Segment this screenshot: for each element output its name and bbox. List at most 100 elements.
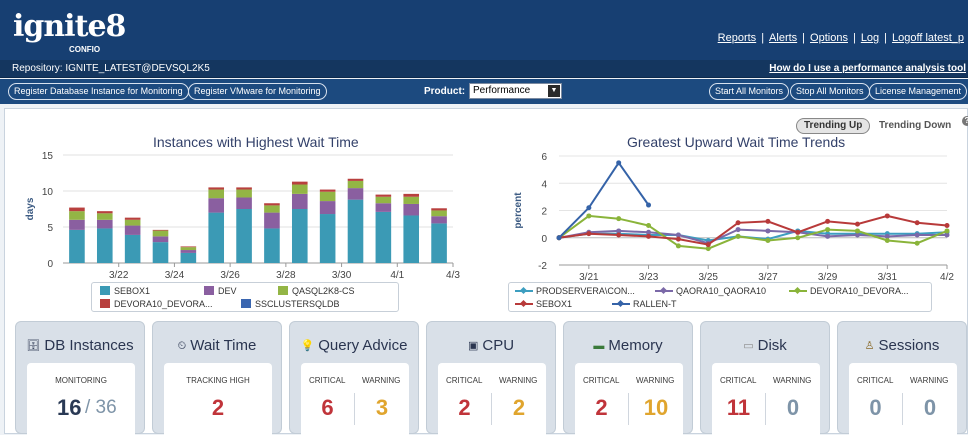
monitoring-label: MONITORING (55, 376, 107, 385)
critical-count[interactable]: 0 (849, 395, 902, 421)
x-tick-label: 3/26 (220, 270, 240, 281)
data-point (735, 227, 741, 233)
warning-count[interactable]: 3 (355, 395, 409, 421)
options-link[interactable]: Options (810, 32, 848, 44)
critical-count[interactable]: 11 (712, 395, 765, 421)
data-point (586, 205, 592, 211)
register-db-button[interactable]: Register Database Instance for Monitorin… (8, 83, 189, 100)
logo-sub: CONFIO (69, 45, 101, 54)
user-icon: ♙ (864, 340, 875, 352)
bar-segment (236, 189, 252, 198)
product-select[interactable]: Performance ▼ (469, 83, 562, 99)
legend-item-qasql: QASQL2K8-CS (278, 286, 355, 296)
trending-up-tab[interactable]: Trending Up (796, 118, 871, 134)
bar-segment (69, 229, 85, 263)
y-tick-label: 15 (42, 151, 54, 162)
data-point (795, 235, 801, 241)
card-cpu[interactable]: ▣ CPU CRITICAL WARNING 2 2 (426, 321, 556, 435)
top-nav-links: Reports | Alerts | Options | Log | Logoff latest… (717, 32, 964, 44)
bar-segment (264, 203, 280, 206)
data-point (646, 233, 652, 239)
database-icon: 🗄 (26, 340, 41, 352)
ignite-logo[interactable]: ignite8 CONFIO (13, 9, 126, 54)
bar-segment (403, 203, 420, 216)
bar-segment (347, 180, 364, 189)
data-point (825, 218, 831, 224)
card-disk[interactable]: ▭ Disk CRITICAL WARNING 11 0 (700, 321, 830, 435)
x-tick-label: 4/2 (940, 272, 954, 283)
trending-down-tab[interactable]: Trending Down (879, 120, 951, 131)
data-point (675, 243, 681, 249)
data-point (616, 232, 622, 238)
data-point (944, 222, 950, 228)
data-point (586, 231, 592, 237)
card-sessions[interactable]: ♙ Sessions CRITICAL WARNING 0 0 (837, 321, 967, 435)
bar-segment (347, 188, 364, 200)
register-vmware-button[interactable]: Register VMware for Monitoring (188, 83, 327, 100)
bar-segment (180, 246, 197, 248)
warning-count[interactable]: 10 (629, 395, 683, 421)
card-body: CRITICAL WARNING 0 0 (849, 363, 957, 435)
chevron-down-icon[interactable]: ▼ (548, 85, 560, 97)
stop-all-monitors-button[interactable]: Stop All Monitors (790, 83, 870, 100)
warning-count[interactable]: 2 (492, 395, 546, 421)
critical-count[interactable]: 2 (575, 395, 628, 421)
clock-icon: ⏲ (177, 340, 187, 352)
warning-label: WARNING (362, 376, 401, 385)
bar-segment (291, 184, 308, 194)
data-point (735, 220, 741, 226)
log-link[interactable]: Log (861, 32, 879, 44)
card-db-instances[interactable]: 🗄 DB Instances MONITORING 16 / 36 (15, 321, 145, 435)
card-memory[interactable]: ▬ Memory CRITICAL WARNING 2 10 (563, 321, 693, 435)
card-body: CRITICAL WARNING 6 3 (301, 363, 409, 435)
logoff-link[interactable]: Logoff latest_p (892, 32, 964, 44)
start-all-monitors-button[interactable]: Start All Monitors (709, 83, 790, 100)
bar-segment (431, 223, 447, 263)
y-tick-label: 4 (541, 179, 547, 190)
warning-count[interactable]: 0 (766, 395, 820, 421)
help-icon[interactable]: ? (962, 116, 968, 126)
data-point (944, 228, 950, 234)
x-tick-label: 4/1 (390, 270, 404, 281)
bar-segment (431, 210, 447, 217)
card-query-advice[interactable]: 💡 Query Advice CRITICAL WARNING 6 3 (289, 321, 419, 435)
legend-swatch (241, 299, 251, 308)
tracking-high-count[interactable]: 2 (164, 395, 272, 421)
data-point (765, 218, 771, 224)
data-point (556, 235, 562, 241)
critical-count[interactable]: 2 (438, 395, 491, 421)
data-point (765, 237, 771, 243)
x-tick-label: 3/24 (165, 270, 185, 281)
data-point (765, 228, 771, 234)
bar-segment (124, 225, 141, 235)
y-tick-label: 10 (42, 187, 54, 198)
critical-count[interactable]: 6 (301, 395, 354, 421)
product-label: Product: (424, 86, 466, 97)
critical-label: CRITICAL (857, 376, 894, 385)
bar-chart-legend: SEBOX1 DEV QASQL2K8-CS DEVORA10_DEVORA..… (91, 282, 399, 312)
data-point (675, 236, 681, 242)
bar-segment (208, 212, 225, 263)
bar-segment (124, 219, 141, 226)
alerts-link[interactable]: Alerts (769, 32, 797, 44)
card-body: TRACKING HIGH 2 (164, 363, 272, 435)
bar-segment (319, 201, 336, 215)
bar-segment (375, 211, 392, 263)
legend-marker (515, 286, 533, 295)
warning-count[interactable]: 0 (903, 395, 957, 421)
critical-label: CRITICAL (309, 376, 346, 385)
license-management-button[interactable]: License Management (869, 83, 968, 100)
data-point (616, 160, 622, 166)
reports-link[interactable]: Reports (718, 32, 757, 44)
critical-label: CRITICAL (720, 376, 757, 385)
x-tick-label: 4/3 (446, 270, 460, 281)
data-point (854, 221, 860, 227)
card-title: ⏲ Wait Time (177, 337, 257, 354)
data-point (914, 240, 920, 246)
legend-item-devora: DEVORA10_DEVORA... (100, 299, 213, 309)
monitoring-count[interactable]: 16 (57, 395, 81, 421)
performance-help-link[interactable]: How do I use a performance analysis tool (769, 63, 966, 74)
card-wait-time[interactable]: ⏲ Wait Time TRACKING HIGH 2 (152, 321, 282, 435)
legend-marker (612, 299, 630, 308)
card-body: CRITICAL WARNING 11 0 (712, 363, 820, 435)
